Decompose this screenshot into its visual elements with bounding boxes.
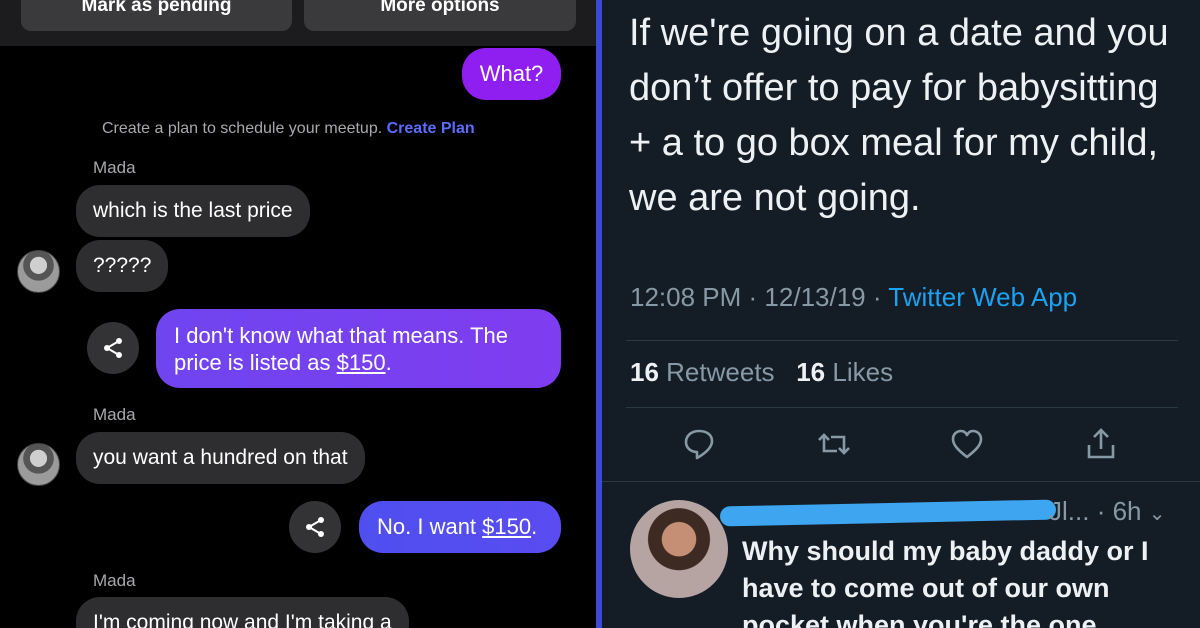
reply-text: Why should my baby daddy or I have to co… <box>742 536 1149 628</box>
price-link[interactable]: $150 <box>482 514 531 539</box>
more-options-button[interactable]: More options <box>304 0 576 31</box>
likes-label: Likes <box>832 357 894 387</box>
their-message-bubble[interactable]: which is the last price <box>76 185 310 237</box>
like-icon[interactable] <box>950 427 984 461</box>
message-text: . <box>531 514 538 539</box>
message-text: I'm coming now and I'm taking a <box>93 611 392 628</box>
sender-name: Mada <box>93 571 136 590</box>
likes-stat[interactable]: 16 Likes <box>796 357 893 387</box>
share-button[interactable] <box>289 501 341 553</box>
their-message-bubble[interactable]: I'm coming now and I'm taking a <box>76 597 409 628</box>
avatar[interactable] <box>630 500 728 598</box>
my-message-bubble[interactable]: What? <box>462 48 561 100</box>
plan-hint-text: Create a plan to schedule your meetup. <box>102 120 383 137</box>
tweet-date: 12/13/19 <box>764 282 866 312</box>
likes-count: 16 <box>796 357 826 387</box>
chat-panel: Mark as pending More options What? Creat… <box>0 0 596 628</box>
meta-separator: · <box>872 282 889 312</box>
message-text: What? <box>479 61 544 86</box>
retweets-stat[interactable]: 16 Retweets <box>630 357 775 387</box>
chat-action-bar: Mark as pending More options <box>0 0 596 46</box>
avatar[interactable] <box>17 250 60 293</box>
tweet-time: 12:08 PM <box>630 282 742 312</box>
message-text: . <box>385 350 392 375</box>
mark-as-pending-button[interactable]: Mark as pending <box>21 0 292 31</box>
reply-time: · 6h <box>1096 496 1142 526</box>
meta-separator: · <box>748 282 765 312</box>
chevron-down-icon[interactable]: ⌄ <box>1149 503 1166 525</box>
tweet-text: If we're going on a date and you don’t o… <box>629 12 1169 219</box>
tweet-stats: 16 Retweets 16 Likes <box>630 357 893 388</box>
retweet-icon[interactable] <box>817 427 851 461</box>
retweets-count: 16 <box>630 357 659 387</box>
reply-header: Jl... · 6h ⌄ <box>1049 496 1166 527</box>
their-message-bubble[interactable]: ????? <box>76 240 169 292</box>
share-icon[interactable] <box>1084 427 1118 461</box>
sender-name: Mada <box>93 158 136 177</box>
message-text-line-2: price is listed as $150. <box>174 349 561 376</box>
share-icon <box>306 517 324 537</box>
sender-name: Mada <box>93 405 136 424</box>
create-plan-link[interactable]: Create Plan <box>387 120 475 137</box>
my-message-bubble[interactable]: I don't know what that means. The price … <box>156 309 561 388</box>
message-text: ????? <box>93 254 152 277</box>
tweet-meta: 12:08 PM · 12/13/19 · Twitter Web App <box>630 282 1077 313</box>
their-message-bubble[interactable]: you want a hundred on that <box>76 432 365 484</box>
reply-icon[interactable] <box>682 427 716 461</box>
reply-handle[interactable]: Jl... <box>1049 496 1089 526</box>
message-text: which is the last price <box>93 199 293 222</box>
message-text: you want a hundred on that <box>93 446 348 469</box>
divider <box>626 340 1178 341</box>
my-message-bubble[interactable]: No. I want $150. <box>359 501 561 553</box>
message-text-line-1: I don't know what that means. The <box>174 323 508 348</box>
divider <box>626 407 1178 408</box>
share-button[interactable] <box>87 322 139 374</box>
retweets-label: Retweets <box>666 357 775 387</box>
tweet-source-link[interactable]: Twitter Web App <box>888 282 1077 312</box>
redacted-username <box>719 499 1057 527</box>
message-text: price is listed as <box>174 350 337 375</box>
avatar[interactable] <box>17 443 60 486</box>
divider <box>602 481 1200 482</box>
create-plan-hint: Create a plan to schedule your meetup. C… <box>102 120 475 138</box>
tweet-panel: If we're going on a date and you don’t o… <box>602 0 1200 628</box>
price-link[interactable]: $150 <box>337 350 386 375</box>
message-text: No. I want <box>377 514 483 539</box>
share-icon <box>104 338 122 358</box>
